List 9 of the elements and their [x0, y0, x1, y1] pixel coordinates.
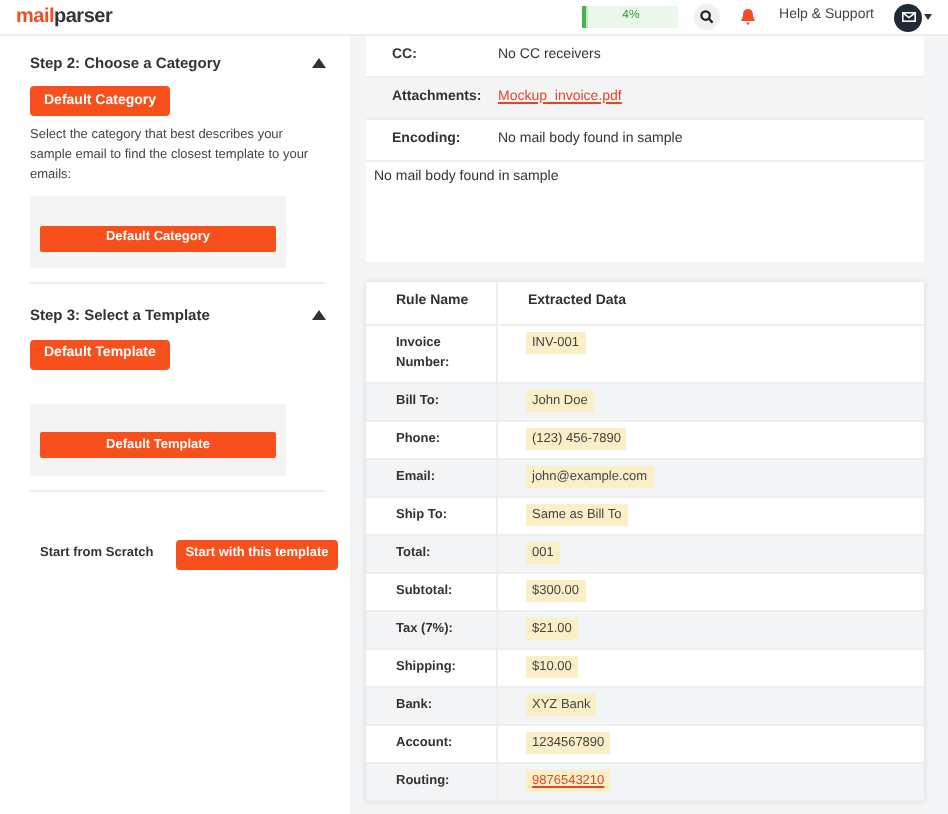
bell-icon[interactable] — [739, 8, 756, 26]
account-menu[interactable] — [894, 3, 932, 31]
caret-icon — [924, 14, 932, 20]
search-button[interactable] — [693, 4, 720, 30]
mail-icon — [901, 12, 915, 22]
search-icon — [699, 10, 714, 24]
collapse-icon[interactable] — [312, 58, 326, 69]
collapse-icon[interactable] — [312, 310, 326, 321]
logo[interactable]: mailparser — [16, 2, 113, 32]
